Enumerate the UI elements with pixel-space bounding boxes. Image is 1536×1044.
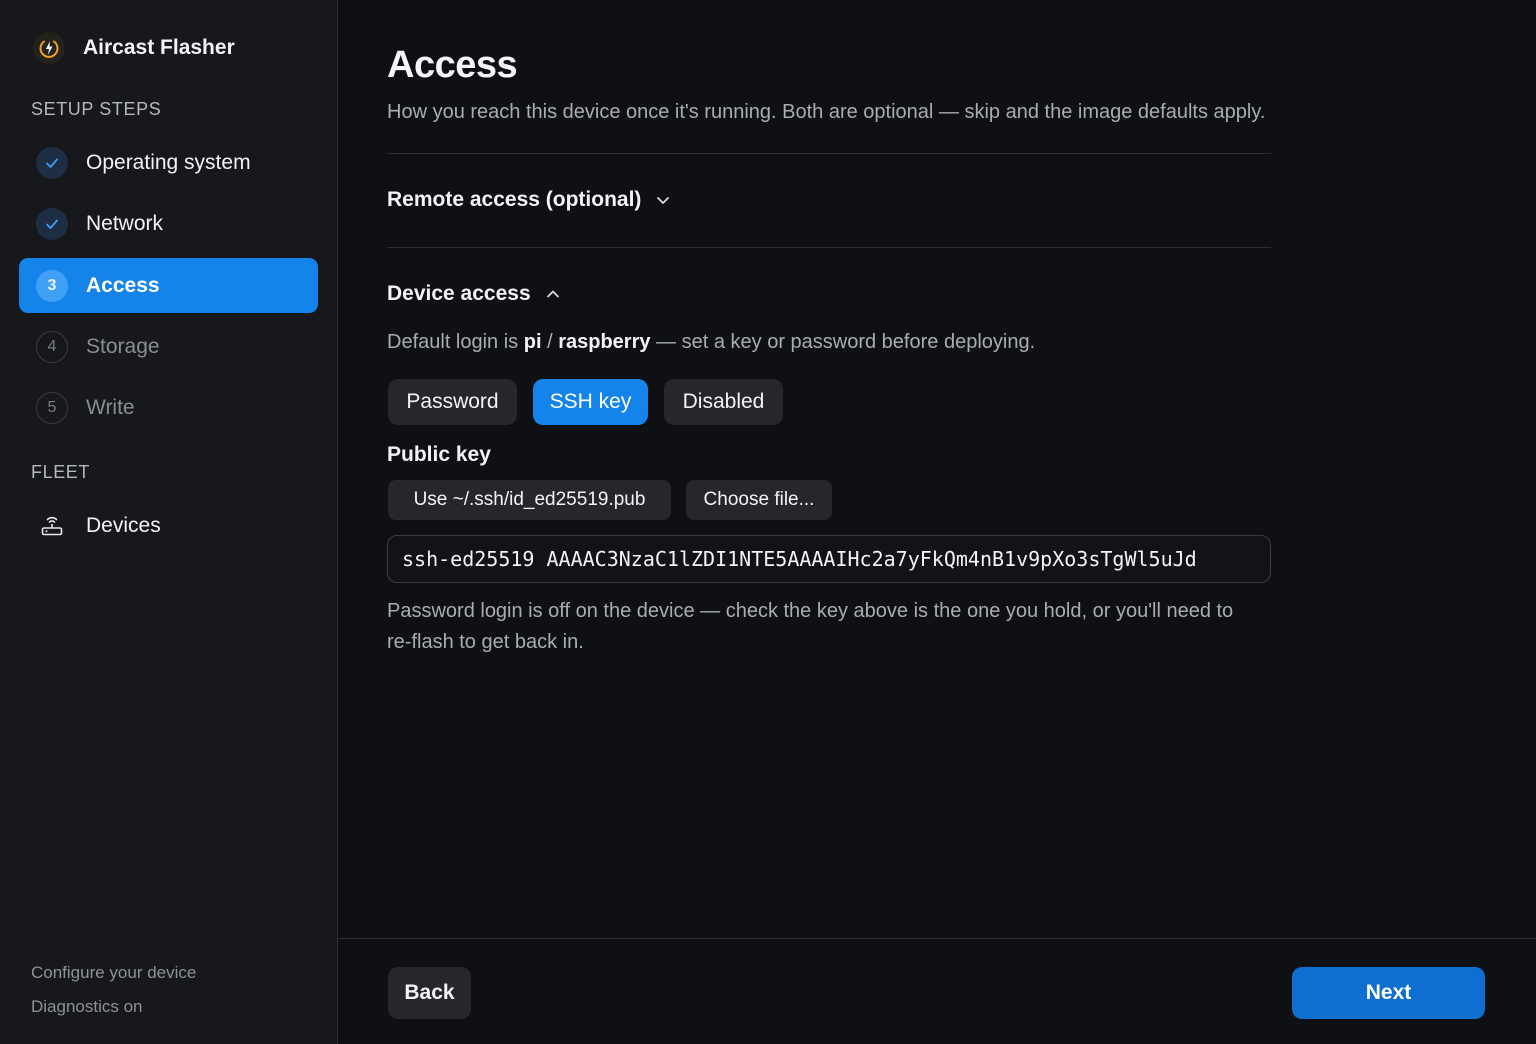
next-button[interactable]: Next [1292,967,1485,1019]
step-label: Write [86,395,135,419]
choose-file-button[interactable]: Choose file... [686,480,832,520]
public-key-input[interactable] [387,535,1271,583]
default-password: raspberry [558,331,651,353]
chevron-up-icon [545,286,561,302]
sidebar-item-devices[interactable]: Devices [19,498,318,553]
check-icon [36,207,68,240]
hint-prefix: Default login is [387,331,524,353]
step-write[interactable]: 5 Write [19,380,318,435]
step-access[interactable]: 3 Access [19,258,318,313]
public-key-label: Public key [387,443,491,466]
step-label: Network [86,211,164,235]
footer-diagnostics-text: Diagnostics on [31,997,143,1016]
sidebar: Aircast Flasher SETUP STEPS Operating sy… [0,0,338,1044]
step-label: Access [86,273,160,297]
setup-steps-label: SETUP STEPS [31,99,162,119]
page-title: Access [387,44,518,86]
bolt-logo-icon [33,32,65,64]
app-window: Aircast Flasher SETUP STEPS Operating sy… [0,0,1536,1044]
fleet-label: FLEET [31,462,91,482]
default-login-hint: Default login is pi / raspberry — set a … [387,331,1035,354]
divider [387,153,1271,154]
back-button[interactable]: Back [388,967,471,1019]
bottom-nav-bar: Back Next [338,938,1536,1044]
hint-suffix: — set a key or password before deploying… [650,331,1036,353]
device-access-toggle[interactable]: Device access [387,282,561,306]
chevron-down-icon [655,192,671,208]
step-number: 4 [36,330,68,363]
page-subtitle: How you reach this device once it's runn… [387,101,1266,123]
section-title: Remote access (optional) [387,188,642,211]
step-operating-system[interactable]: Operating system [19,135,318,190]
main-content: Access How you reach this device once it… [338,0,1536,1044]
step-network[interactable]: Network [19,196,318,251]
router-icon [36,513,68,539]
default-username: pi [523,331,542,353]
step-storage[interactable]: 4 Storage [19,319,318,374]
step-number: 3 [36,269,68,302]
password-off-warning: Password login is off on the device — ch… [387,600,1234,653]
sidebar-item-label: Devices [86,513,161,537]
check-icon [36,146,68,179]
step-number: 5 [36,391,68,424]
divider [387,247,1271,248]
section-title: Device access [387,282,531,305]
app-title: Aircast Flasher [83,36,235,59]
hint-separator: / [541,331,559,353]
mode-ssh-key-button[interactable]: SSH key [533,379,648,425]
brand: Aircast Flasher [33,32,235,64]
step-label: Storage [86,334,160,358]
mode-password-button[interactable]: Password [388,379,517,425]
mode-disabled-button[interactable]: Disabled [664,379,783,425]
step-label: Operating system [86,150,251,174]
remote-access-toggle[interactable]: Remote access (optional) [387,188,671,212]
use-default-key-button[interactable]: Use ~/.ssh/id_ed25519.pub [388,480,671,520]
footer-configure-text: Configure your device [31,963,197,982]
